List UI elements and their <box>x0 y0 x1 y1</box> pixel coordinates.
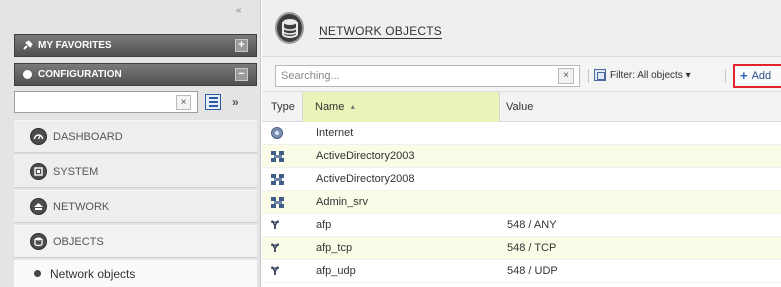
sidebar-item-objects[interactable]: OBJECTS <box>14 225 257 258</box>
name-cell: Internet <box>316 127 354 139</box>
table-row[interactable]: Admin_srv <box>262 191 781 214</box>
type-cell <box>262 173 303 185</box>
type-cell: Ɏ <box>262 265 303 277</box>
type-cell: Ɏ <box>262 242 303 254</box>
sidebar-item-network[interactable]: NETWORK <box>14 190 257 223</box>
filter-icon <box>594 69 606 81</box>
filter-label: Filter: All objects ▾ <box>610 69 691 81</box>
pin-icon <box>22 40 33 51</box>
objects-icon <box>30 233 47 250</box>
table-row[interactable]: Ɏ afp_tcp 548 / TCP <box>262 237 781 260</box>
dashboard-icon <box>30 128 47 145</box>
table-header: Type Name ▲ Value <box>262 92 781 122</box>
sidebar: « MY FAVORITES + CONFIGURATION − × » DAS… <box>0 0 261 287</box>
type-cell: Ɏ <box>262 219 303 231</box>
name-cell: ActiveDirectory2008 <box>316 173 415 185</box>
sidebar-search-clear-button[interactable]: × <box>176 95 191 110</box>
name-cell: afp <box>316 219 332 231</box>
network-objects-table: Type Name ▲ Value Internet ActiveDirector… <box>262 92 781 283</box>
value-cell: 548 / ANY <box>507 219 557 231</box>
service-icon: Ɏ <box>271 218 280 232</box>
database-icon <box>275 12 304 44</box>
globe-icon <box>271 127 283 139</box>
sidebar-item-label: OBJECTS <box>53 235 104 248</box>
group-icon <box>271 150 285 162</box>
add-button[interactable]: + Add <box>733 64 781 88</box>
sidebar-item-label: NETWORK <box>53 200 110 213</box>
column-header-value[interactable]: Value <box>500 92 781 122</box>
main-panel: NETWORK OBJECTS × Filter: All objects ▾ … <box>262 0 781 287</box>
group-icon <box>271 173 285 185</box>
network-icon <box>30 198 47 215</box>
table-row[interactable]: Ɏ afp 548 / ANY <box>262 214 781 237</box>
system-icon <box>30 163 47 180</box>
type-cell <box>262 196 303 208</box>
bullet-icon <box>34 270 41 277</box>
sidebar-item-dashboard[interactable]: DASHBOARD <box>14 120 257 153</box>
plus-icon: + <box>740 68 748 83</box>
filter-dropdown[interactable]: Filter: All objects ▾ <box>594 69 691 81</box>
configuration-label: CONFIGURATION <box>38 69 122 80</box>
page-header: NETWORK OBJECTS <box>262 0 781 57</box>
name-cell: afp_udp <box>316 265 356 277</box>
table-row[interactable]: Ɏ afp_udp 548 / UDP <box>262 260 781 283</box>
value-cell: 548 / TCP <box>507 242 557 254</box>
expand-menu-icon[interactable]: » <box>232 95 239 109</box>
favorites-toggle-button[interactable]: + <box>235 39 248 52</box>
collapse-sidebar-icon[interactable]: « <box>236 6 242 16</box>
table-row[interactable]: Internet <box>262 122 781 145</box>
favorites-label: MY FAVORITES <box>38 40 112 51</box>
sidebar-search-input[interactable] <box>14 91 198 113</box>
submenu-label: Network objects <box>50 266 136 281</box>
configuration-dot-icon <box>23 70 32 79</box>
name-cell: ActiveDirectory2003 <box>316 150 415 162</box>
type-cell <box>262 127 303 139</box>
sort-ascending-icon: ▲ <box>349 103 357 111</box>
toolbar-divider <box>725 69 726 83</box>
name-cell: afp_tcp <box>316 242 353 254</box>
group-icon <box>271 196 285 208</box>
table-row[interactable]: ActiveDirectory2003 <box>262 145 781 168</box>
type-cell <box>262 150 303 162</box>
column-header-type[interactable]: Type <box>262 92 303 122</box>
toolbar: × Filter: All objects ▾ + Add <box>262 57 781 92</box>
table-row[interactable]: ActiveDirectory2008 <box>262 168 781 191</box>
favorites-bar[interactable]: MY FAVORITES + <box>14 34 257 57</box>
list-view-icon[interactable] <box>205 94 221 110</box>
add-label: Add <box>751 70 772 82</box>
sidebar-item-system[interactable]: SYSTEM <box>14 155 257 188</box>
toolbar-divider <box>588 69 589 83</box>
page-title: NETWORK OBJECTS <box>319 24 443 39</box>
column-header-name[interactable]: Name ▲ <box>303 92 500 122</box>
service-icon: Ɏ <box>271 264 280 278</box>
sidebar-item-label: DASHBOARD <box>53 130 123 143</box>
configuration-bar[interactable]: CONFIGURATION − <box>14 63 257 86</box>
sidebar-subitem-network-objects[interactable]: Network objects <box>14 260 257 287</box>
service-icon: Ɏ <box>271 241 280 255</box>
name-cell: Admin_srv <box>316 196 368 208</box>
configuration-toggle-button[interactable]: − <box>235 68 248 81</box>
sidebar-item-label: SYSTEM <box>53 165 99 178</box>
search-clear-button[interactable]: × <box>558 68 574 84</box>
value-cell: 548 / UDP <box>507 265 558 277</box>
search-input[interactable] <box>275 65 580 87</box>
